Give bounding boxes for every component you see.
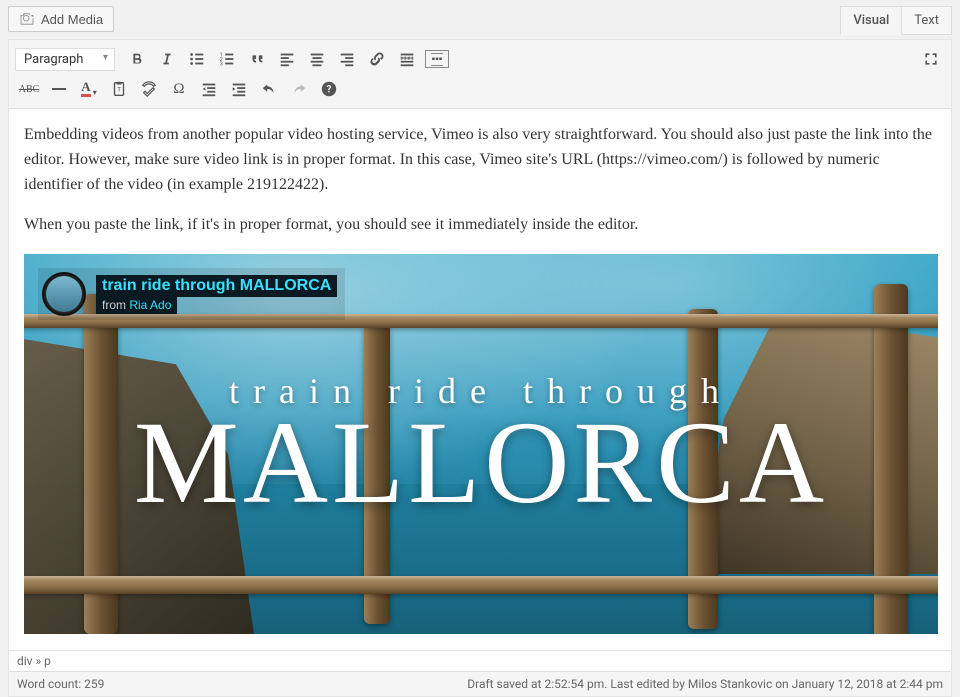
bullet-list-button[interactable]	[183, 46, 211, 72]
align-right-button[interactable]	[333, 46, 361, 72]
media-icon	[19, 11, 35, 27]
video-embed[interactable]: train ride through MALLORCA train ride t…	[24, 254, 938, 634]
svg-text:T: T	[117, 86, 121, 94]
add-media-label: Add Media	[41, 12, 103, 27]
italic-button[interactable]	[153, 46, 181, 72]
video-info-badge[interactable]: train ride through MALLORCA from Ria Ado	[38, 268, 345, 320]
toolbar: Paragraph 123 ▪▪▪ ABC A▾ T Ω ?	[9, 40, 951, 109]
element-path[interactable]: div » p	[9, 650, 951, 671]
numbered-list-button[interactable]: 123	[213, 46, 241, 72]
indent-button[interactable]	[225, 76, 253, 102]
toolbar-toggle-button[interactable]: ▪▪▪	[423, 46, 451, 72]
video-author[interactable]: Ria Ado	[129, 298, 171, 312]
format-select[interactable]: Paragraph	[15, 48, 115, 71]
blockquote-button[interactable]	[243, 46, 271, 72]
align-left-button[interactable]	[273, 46, 301, 72]
word-count: Word count: 259	[17, 677, 104, 691]
editor-tabs: Visual Text	[840, 6, 952, 35]
outdent-button[interactable]	[195, 76, 223, 102]
horizontal-rule-button[interactable]	[45, 76, 73, 102]
fullscreen-button[interactable]	[917, 46, 945, 72]
help-button[interactable]: ?	[315, 76, 343, 102]
paragraph-2[interactable]: When you paste the link, if it's in prop…	[24, 213, 936, 238]
paste-text-button[interactable]: T	[105, 76, 133, 102]
editor-wrapper: Paragraph 123 ▪▪▪ ABC A▾ T Ω ?	[8, 39, 952, 697]
video-author-line: from Ria Ado	[96, 297, 177, 314]
strikethrough-button[interactable]: ABC	[15, 76, 43, 102]
special-character-button[interactable]: Ω	[165, 76, 193, 102]
clear-formatting-button[interactable]	[135, 76, 163, 102]
avatar	[42, 272, 86, 316]
add-media-button[interactable]: Add Media	[8, 6, 114, 32]
svg-text:?: ?	[326, 85, 331, 96]
svg-text:3: 3	[220, 61, 223, 67]
paragraph-1[interactable]: Embedding videos from another popular vi…	[24, 123, 936, 197]
redo-button[interactable]	[285, 76, 313, 102]
video-badge-text: train ride through MALLORCA from Ria Ado	[96, 275, 337, 314]
video-overlay-big: MALLORCA	[24, 404, 938, 522]
insert-more-button[interactable]	[393, 46, 421, 72]
save-status: Draft saved at 2:52:54 pm. Last edited b…	[467, 677, 943, 691]
text-color-button[interactable]: A▾	[75, 76, 103, 102]
from-label: from	[102, 298, 129, 312]
status-bar: Word count: 259 Draft saved at 2:52:54 p…	[9, 671, 951, 696]
tab-text[interactable]: Text	[902, 6, 952, 35]
undo-button[interactable]	[255, 76, 283, 102]
align-center-button[interactable]	[303, 46, 331, 72]
tab-visual[interactable]: Visual	[840, 6, 902, 35]
editor-content[interactable]: Embedding videos from another popular vi…	[9, 109, 951, 650]
bold-button[interactable]	[123, 46, 151, 72]
video-title[interactable]: train ride through MALLORCA	[96, 275, 337, 297]
link-button[interactable]	[363, 46, 391, 72]
